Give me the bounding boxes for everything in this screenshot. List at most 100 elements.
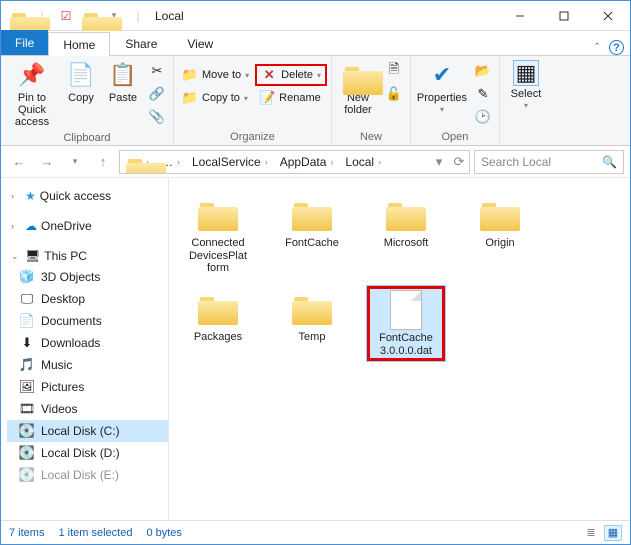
nav-pictures[interactable]: 🖼Pictures xyxy=(7,376,168,398)
file-icon xyxy=(382,290,430,330)
checkbox-icon[interactable]: ☑ xyxy=(55,5,77,27)
edit-icon: ✎ xyxy=(475,86,491,102)
breadcrumb-2[interactable]: Local› xyxy=(339,155,387,169)
nav-quick-access[interactable]: ›★Quick access xyxy=(7,186,168,206)
file-item-0[interactable]: Connected DevicesPlat form xyxy=(179,192,257,278)
breadcrumb-0[interactable]: LocalService› xyxy=(186,155,274,169)
new-item-button[interactable]: 🗎 xyxy=(382,60,406,82)
nav-downloads[interactable]: ⬇Downloads xyxy=(7,332,168,354)
navigation-pane[interactable]: ›★Quick access ›☁OneDrive ⌄🖥This PC 🧊3D … xyxy=(1,178,169,520)
scissors-icon: ✂ xyxy=(149,63,165,79)
forward-button[interactable]: → xyxy=(35,150,59,174)
paste-label: Paste xyxy=(109,92,137,104)
cut-button[interactable]: ✂ xyxy=(145,60,169,82)
file-item-2[interactable]: Microsoft xyxy=(367,192,445,278)
paste-button[interactable]: 📋 Paste xyxy=(103,58,143,106)
nav-local-disk-d[interactable]: 💽Local Disk (D:) xyxy=(7,442,168,464)
search-input[interactable]: Search Local 🔍 xyxy=(474,150,624,174)
open-button[interactable]: 📂 xyxy=(471,60,495,82)
window-title: Local xyxy=(155,9,184,23)
open-label: Open xyxy=(442,129,469,145)
objects-icon: 🧊 xyxy=(19,269,35,285)
back-button[interactable]: ← xyxy=(7,150,31,174)
copy-icon: 📄 xyxy=(66,60,96,90)
status-size: 0 bytes xyxy=(146,527,181,539)
file-item-3[interactable]: Origin xyxy=(461,192,539,278)
file-item-5[interactable]: Temp xyxy=(273,286,351,361)
paste-shortcut-button[interactable]: 📎 xyxy=(145,106,169,128)
path-box[interactable]: › …› LocalService› AppData› Local› ▾ ⟳ xyxy=(119,150,470,174)
organize-label: Organize xyxy=(230,129,275,145)
help-icon[interactable]: ? xyxy=(609,40,624,55)
edit-button[interactable]: ✎ xyxy=(471,83,495,105)
delete-icon: ✕ xyxy=(261,67,277,83)
file-label: Microsoft xyxy=(384,237,429,250)
nav-this-pc[interactable]: ⌄🖥This PC xyxy=(7,246,168,266)
properties-button[interactable]: ✔ Properties ▾ xyxy=(415,58,469,117)
nav-local-disk-c[interactable]: 💽Local Disk (C:) xyxy=(7,420,168,442)
history-icon: 🕑 xyxy=(475,109,491,125)
nav-documents[interactable]: 📄Documents xyxy=(7,310,168,332)
up-button[interactable]: ↑ xyxy=(91,150,115,174)
minimize-button[interactable] xyxy=(498,1,542,31)
view-icons-button[interactable]: ▦ xyxy=(604,525,622,541)
path-dropdown[interactable]: ▾ xyxy=(429,150,449,174)
nav-local-disk-e[interactable]: 💽Local Disk (E:) xyxy=(7,464,168,486)
group-organize: 📁Move to▾ 📁Copy to▾ ✕Delete▾ 📝Rename Org… xyxy=(174,56,332,145)
pin-to-quick-access-button[interactable]: 📌 Pin to Quick access xyxy=(5,58,59,130)
view-details-button[interactable]: ≣ xyxy=(582,525,600,541)
disk-icon: 💽 xyxy=(19,467,35,483)
file-label: Connected DevicesPlat form xyxy=(189,237,247,275)
easy-access-button[interactable]: 🔓 xyxy=(382,83,406,105)
refresh-button[interactable]: ⟳ xyxy=(449,150,469,174)
breadcrumb-1[interactable]: AppData› xyxy=(274,155,340,169)
group-select: ▦ Select ▾ xyxy=(500,56,552,145)
delete-button[interactable]: ✕Delete▾ xyxy=(255,64,327,86)
downloads-icon: ⬇ xyxy=(19,335,35,351)
nav-music[interactable]: 🎵Music xyxy=(7,354,168,376)
folder-icon-2 xyxy=(79,5,101,27)
file-label: FontCache 3.0.0.0.dat xyxy=(379,332,433,357)
file-item-4[interactable]: Packages xyxy=(179,286,257,361)
qa-separator-2: | xyxy=(127,5,149,27)
nav-videos[interactable]: 🎞Videos xyxy=(7,398,168,420)
file-item-1[interactable]: FontCache xyxy=(273,192,351,278)
ribbon-collapse-icon[interactable]: ˆ xyxy=(595,42,599,54)
recent-button[interactable]: ▾ xyxy=(63,150,87,174)
file-item-6[interactable]: FontCache 3.0.0.0.dat xyxy=(367,286,445,361)
status-selected: 1 item selected xyxy=(58,527,132,539)
file-label: Temp xyxy=(299,331,326,344)
cloud-icon: ☁ xyxy=(25,219,37,233)
folder-icon xyxy=(476,195,524,235)
nav-desktop[interactable]: 🖵Desktop xyxy=(7,288,168,310)
move-to-button[interactable]: 📁Move to▾ xyxy=(178,64,253,86)
rename-button[interactable]: 📝Rename xyxy=(255,87,327,109)
select-label: Select xyxy=(511,88,542,100)
new-folder-icon xyxy=(343,60,373,90)
tab-share[interactable]: Share xyxy=(110,31,172,55)
copy-label: Copy xyxy=(68,92,94,104)
easy-access-icon: 🔓 xyxy=(386,86,402,102)
new-folder-button[interactable]: New folder xyxy=(336,58,380,118)
select-button[interactable]: ▦ Select ▾ xyxy=(504,58,548,113)
tab-view[interactable]: View xyxy=(172,31,228,55)
copy-to-button[interactable]: 📁Copy to▾ xyxy=(178,87,253,109)
folder-icon xyxy=(382,195,430,235)
file-label: Packages xyxy=(194,331,242,344)
clipboard-label: Clipboard xyxy=(63,130,110,145)
folder-icon xyxy=(288,195,336,235)
close-button[interactable] xyxy=(586,1,630,31)
tab-home[interactable]: Home xyxy=(48,32,110,56)
maximize-button[interactable] xyxy=(542,1,586,31)
file-label: Origin xyxy=(485,237,514,250)
documents-icon: 📄 xyxy=(19,313,35,329)
path-root-icon[interactable]: › xyxy=(120,155,155,168)
nav-3d-objects[interactable]: 🧊3D Objects xyxy=(7,266,168,288)
tab-file[interactable]: File xyxy=(1,30,48,55)
copy-button[interactable]: 📄 Copy xyxy=(61,58,101,106)
status-item-count: 7 items xyxy=(9,527,44,539)
history-button[interactable]: 🕑 xyxy=(471,106,495,128)
file-view[interactable]: Connected DevicesPlat form FontCache Micro… xyxy=(169,178,630,520)
nav-onedrive[interactable]: ›☁OneDrive xyxy=(7,216,168,236)
copy-path-button[interactable]: 🔗 xyxy=(145,83,169,105)
